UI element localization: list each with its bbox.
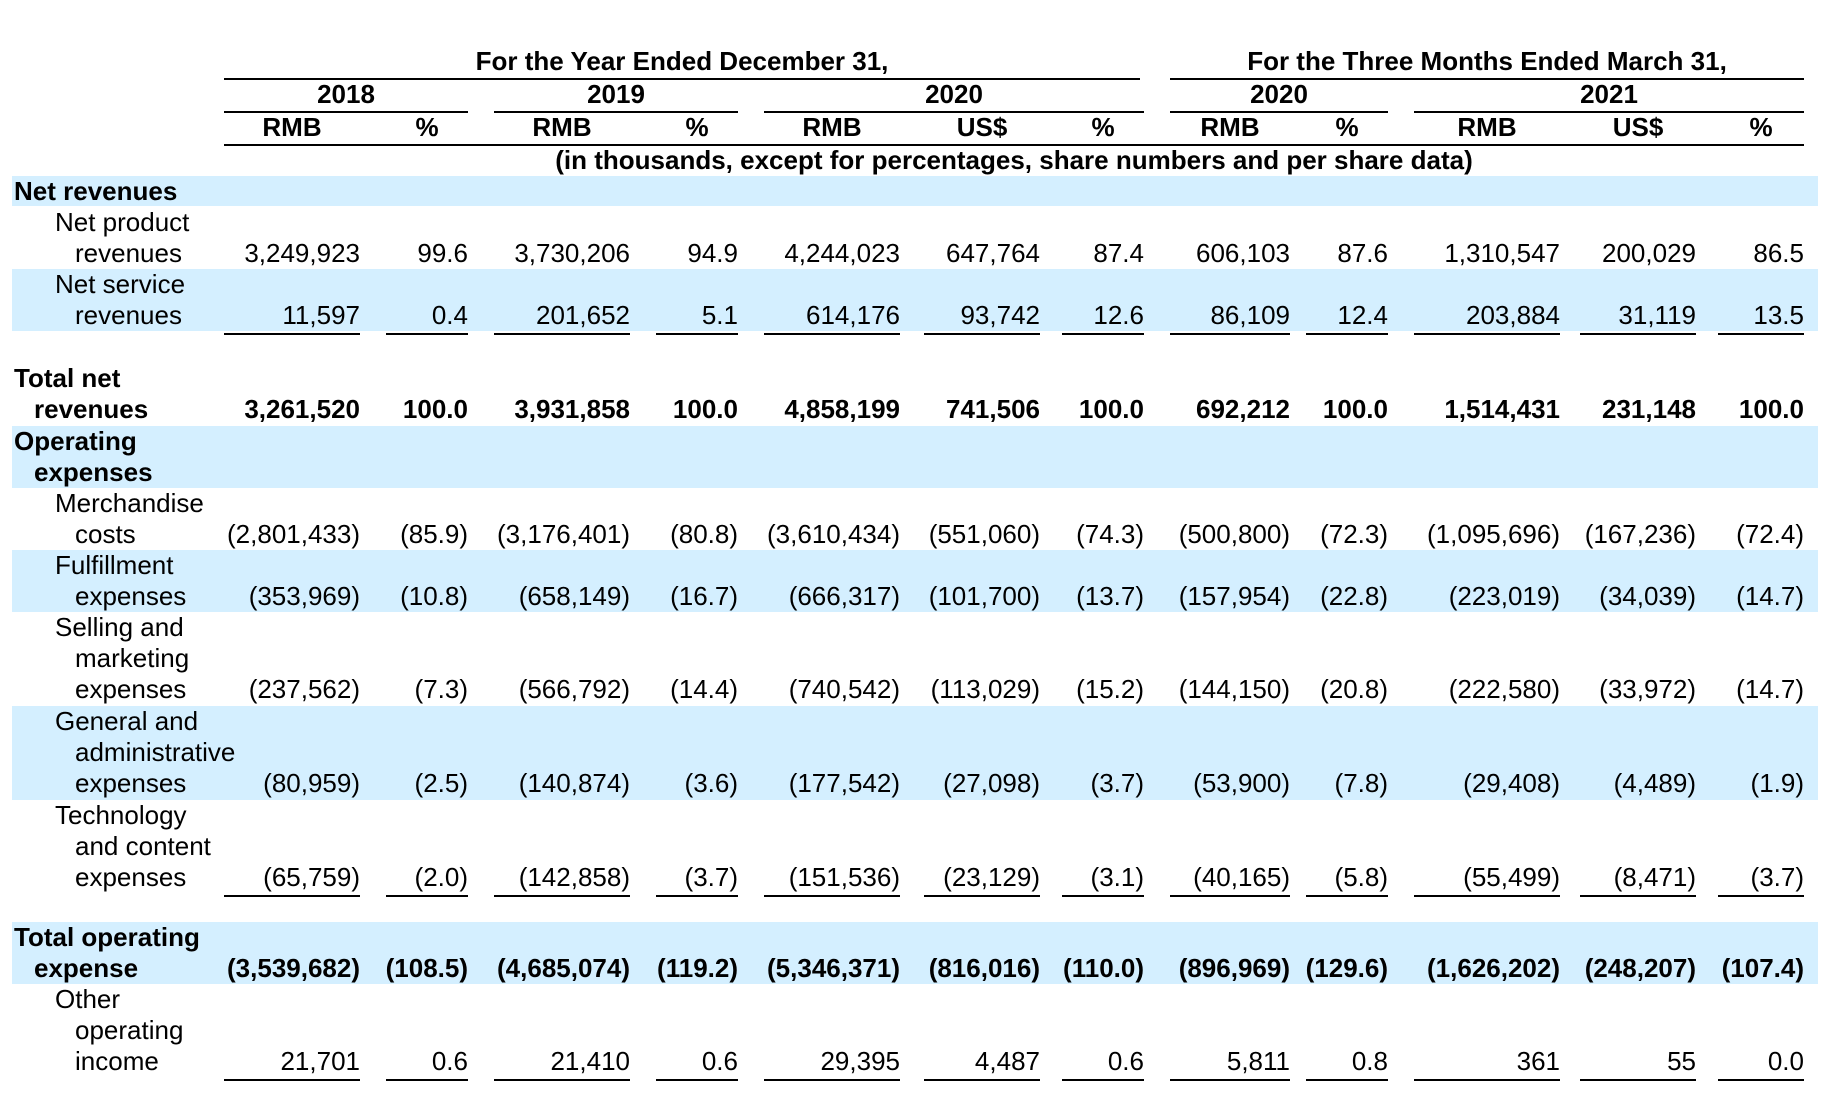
year-group-title: For the Year Ended December 31, bbox=[475, 46, 889, 76]
quarter-group-title: For the Three Months Ended March 31, bbox=[1247, 46, 1727, 76]
row-9-rule-11 bbox=[1718, 1079, 1804, 1081]
row-2-value-11: 100.0 bbox=[1738, 394, 1804, 424]
row-8-value-11: (107.4) bbox=[1721, 953, 1804, 983]
column-header-4: RMB bbox=[802, 112, 862, 142]
column-header-11: % bbox=[1749, 112, 1773, 142]
row-0-label-0: Net product bbox=[55, 207, 190, 237]
row-9-label-0: Other bbox=[55, 984, 121, 1014]
row-7-rule-0 bbox=[224, 895, 360, 897]
row-7-value-11: (3.7) bbox=[1750, 862, 1804, 892]
section-operating-expenses-2: expenses bbox=[34, 457, 153, 487]
row-7-rule-10 bbox=[1580, 895, 1696, 897]
row-1-rule-6 bbox=[1062, 333, 1144, 335]
column-header-5: US$ bbox=[956, 112, 1008, 142]
row-6-label-0: General and bbox=[55, 706, 199, 736]
row-1-rule-4 bbox=[764, 333, 900, 335]
row-7-label-0: Technology bbox=[55, 800, 187, 830]
row-3-label-1: costs bbox=[75, 519, 136, 549]
row-9-rule-3 bbox=[656, 1079, 738, 1081]
row-4-value-11: (14.7) bbox=[1736, 581, 1804, 611]
column-header-0: RMB bbox=[262, 112, 322, 142]
row-9-label-1: operating bbox=[75, 1015, 184, 1045]
row-7-rule-2 bbox=[494, 895, 630, 897]
units-note: (in thousands, except for percentages, s… bbox=[555, 145, 1473, 175]
row-7-rule-4 bbox=[764, 895, 900, 897]
column-header-9: RMB bbox=[1457, 112, 1517, 142]
year-label-0: 2018 bbox=[317, 79, 375, 109]
row-9-rule-5 bbox=[924, 1079, 1040, 1081]
row-9-value-11: 0.0 bbox=[1767, 1046, 1804, 1076]
row-8-label-0: Total operating bbox=[14, 922, 200, 952]
column-header-7: RMB bbox=[1200, 112, 1260, 142]
row-1-value-11: 13.5 bbox=[1753, 300, 1804, 330]
row-1-label-0: Net service bbox=[55, 269, 186, 299]
row-7-rule-7 bbox=[1170, 895, 1290, 897]
section-operating-expenses-1: Operating bbox=[14, 426, 137, 456]
row-7-rule-6 bbox=[1062, 895, 1144, 897]
row-4-label-0: Fulfillment bbox=[55, 550, 174, 580]
row-1-rule-8 bbox=[1306, 333, 1388, 335]
row-9-rule-4 bbox=[764, 1079, 900, 1081]
row-7-rule-11 bbox=[1718, 895, 1804, 897]
row-9-rule-2 bbox=[494, 1079, 630, 1081]
row-7-rule-1 bbox=[386, 895, 468, 897]
net-revenues-shading bbox=[12, 176, 1818, 206]
row-3-label-0: Merchandise bbox=[55, 488, 204, 518]
row-7-label-1: and content bbox=[75, 831, 211, 861]
row-9-rule-9 bbox=[1414, 1079, 1560, 1081]
row-6-value-11: (1.9) bbox=[1750, 768, 1804, 798]
row-0-value-11: 86.5 bbox=[1753, 238, 1804, 268]
year-label-2: 2020 bbox=[925, 79, 983, 109]
row-9-rule-8 bbox=[1306, 1079, 1388, 1081]
row-1-rule-9 bbox=[1414, 333, 1560, 335]
column-header-8: % bbox=[1335, 112, 1359, 142]
row-1-rule-1 bbox=[386, 333, 468, 335]
row-5-value-11: (14.7) bbox=[1736, 674, 1804, 704]
year-label-4: 2021 bbox=[1580, 79, 1638, 109]
column-header-2: RMB bbox=[532, 112, 592, 142]
column-header-1: % bbox=[415, 112, 439, 142]
row-1-rule-5 bbox=[924, 333, 1040, 335]
row-9-rule-0 bbox=[224, 1079, 360, 1081]
row-2-label-1: revenues bbox=[34, 394, 149, 424]
row-9-rule-10 bbox=[1580, 1079, 1696, 1081]
row-6-label-1: administrative bbox=[75, 737, 236, 767]
row-3-value-11: (72.4) bbox=[1736, 519, 1804, 549]
row-9-rule-6 bbox=[1062, 1079, 1144, 1081]
column-header-3: % bbox=[685, 112, 709, 142]
year-label-3: 2020 bbox=[1250, 79, 1308, 109]
year-label-1: 2019 bbox=[587, 79, 645, 109]
row-1-rule-0 bbox=[224, 333, 360, 335]
row-1-rule-7 bbox=[1170, 333, 1290, 335]
row-7-rule-5 bbox=[924, 895, 1040, 897]
row-1-rule-11 bbox=[1718, 333, 1804, 335]
operating-expenses-shading bbox=[12, 426, 1818, 488]
row-5-label-1: marketing bbox=[75, 643, 190, 673]
row-1-rule-10 bbox=[1580, 333, 1696, 335]
section-net-revenues: Net revenues bbox=[14, 176, 178, 206]
row-8-label-1: expense bbox=[34, 953, 139, 983]
row-1-rule-3 bbox=[656, 333, 738, 335]
row-9-rule-7 bbox=[1170, 1079, 1290, 1081]
column-header-10: US$ bbox=[1612, 112, 1664, 142]
row-7-rule-9 bbox=[1414, 895, 1560, 897]
row-1-rule-2 bbox=[494, 333, 630, 335]
row-5-label-0: Selling and bbox=[55, 612, 184, 642]
row-7-rule-8 bbox=[1306, 895, 1388, 897]
row-9-rule-1 bbox=[386, 1079, 468, 1081]
row-2-label-0: Total net bbox=[14, 363, 121, 393]
column-header-6: % bbox=[1091, 112, 1115, 142]
row-7-rule-3 bbox=[656, 895, 738, 897]
